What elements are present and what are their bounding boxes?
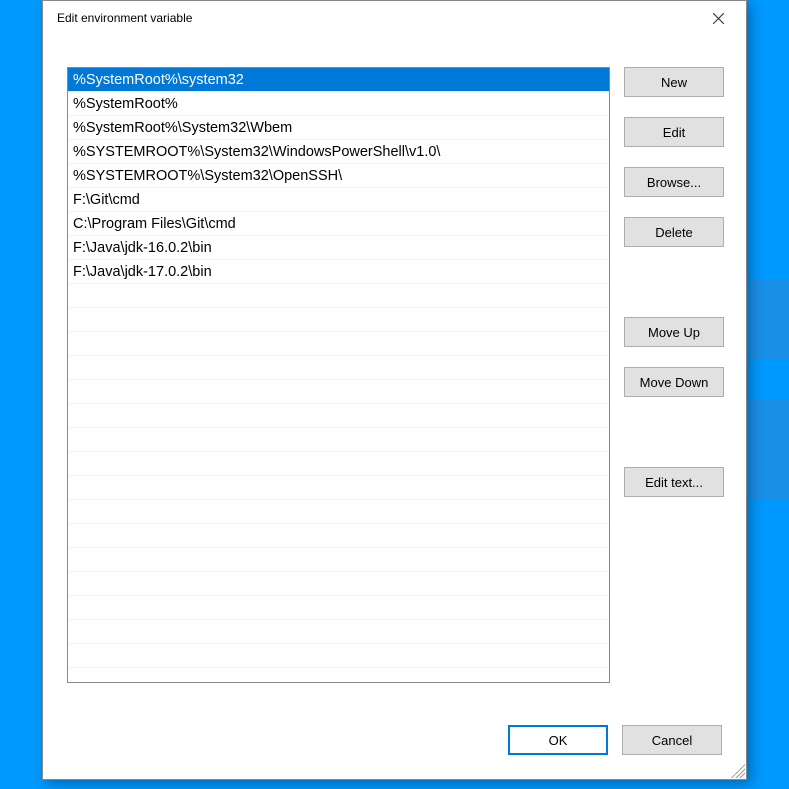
path-list-row[interactable] — [68, 380, 609, 404]
edit-text-button[interactable]: Edit text... — [624, 467, 724, 497]
path-list-row[interactable]: C:\Program Files\Git\cmd — [68, 212, 609, 236]
cancel-button[interactable]: Cancel — [622, 725, 722, 755]
path-list-row[interactable]: %SYSTEMROOT%\System32\WindowsPowerShell\… — [68, 140, 609, 164]
path-list-row[interactable] — [68, 452, 609, 476]
edit-environment-variable-dialog: Edit environment variable %SystemRoot%\s… — [42, 0, 747, 780]
path-list-row[interactable] — [68, 308, 609, 332]
move-down-button[interactable]: Move Down — [624, 367, 724, 397]
path-list-row[interactable]: %SystemRoot%\System32\Wbem — [68, 116, 609, 140]
path-list-row[interactable] — [68, 404, 609, 428]
path-list-row[interactable]: %SystemRoot% — [68, 92, 609, 116]
path-list-row[interactable] — [68, 356, 609, 380]
path-list-row[interactable] — [68, 548, 609, 572]
dialog-body: %SystemRoot%\system32%SystemRoot%%System… — [67, 67, 722, 761]
path-list-row[interactable] — [68, 596, 609, 620]
path-list-row[interactable] — [68, 428, 609, 452]
delete-button[interactable]: Delete — [624, 217, 724, 247]
dialog-footer: OK Cancel — [67, 725, 722, 755]
path-list[interactable]: %SystemRoot%\system32%SystemRoot%%System… — [67, 67, 610, 683]
path-list-row[interactable] — [68, 644, 609, 668]
path-list-row[interactable]: F:\Java\jdk-16.0.2\bin — [68, 236, 609, 260]
move-up-button[interactable]: Move Up — [624, 317, 724, 347]
path-list-row[interactable]: F:\Java\jdk-17.0.2\bin — [68, 260, 609, 284]
path-list-row[interactable] — [68, 620, 609, 644]
new-button[interactable]: New — [624, 67, 724, 97]
path-list-row[interactable] — [68, 476, 609, 500]
path-list-row[interactable] — [68, 572, 609, 596]
resize-grip[interactable] — [731, 764, 745, 778]
path-list-row[interactable] — [68, 524, 609, 548]
titlebar[interactable]: Edit environment variable — [43, 1, 746, 35]
path-list-row[interactable] — [68, 284, 609, 308]
path-list-row[interactable]: %SYSTEMROOT%\System32\OpenSSH\ — [68, 164, 609, 188]
close-icon — [713, 13, 724, 24]
browse-button[interactable]: Browse... — [624, 167, 724, 197]
close-button[interactable] — [698, 4, 738, 32]
path-list-row[interactable]: F:\Git\cmd — [68, 188, 609, 212]
window-title: Edit environment variable — [57, 11, 698, 25]
path-list-row[interactable] — [68, 332, 609, 356]
edit-button[interactable]: Edit — [624, 117, 724, 147]
path-list-row[interactable]: %SystemRoot%\system32 — [68, 68, 609, 92]
button-column: New Edit Browse... Delete Move Up Move D… — [624, 67, 724, 497]
ok-button[interactable]: OK — [508, 725, 608, 755]
path-list-row[interactable] — [68, 500, 609, 524]
